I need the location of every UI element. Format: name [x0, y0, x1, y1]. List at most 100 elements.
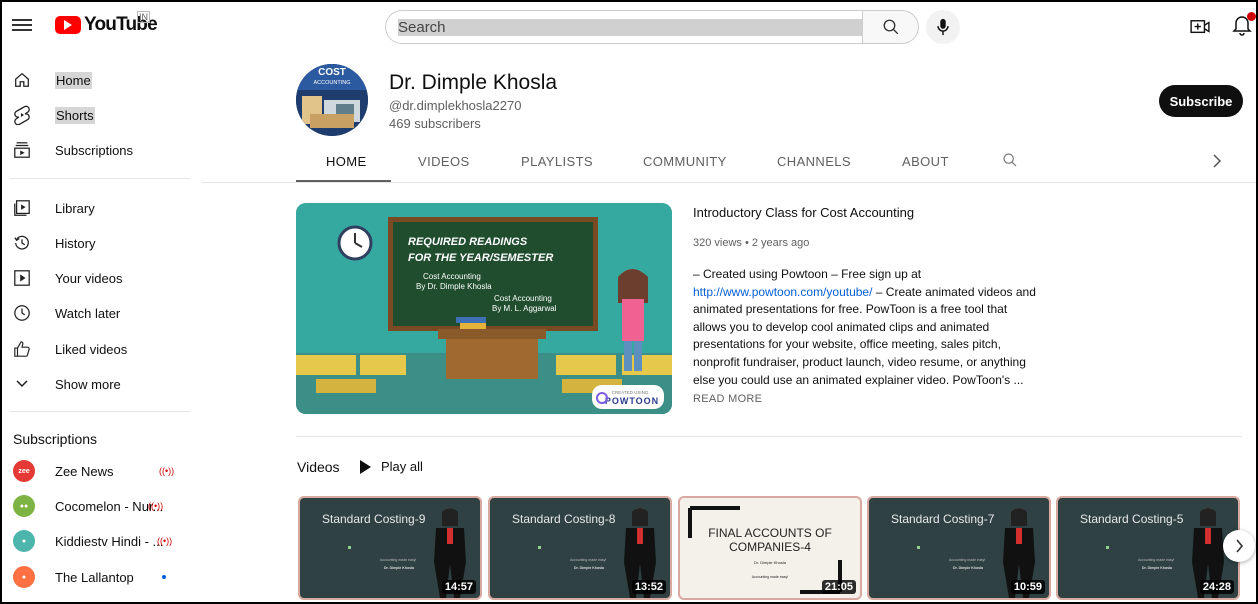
library-icon: [12, 198, 32, 218]
thumbnail-title-line-1: FINAL ACCOUNTS OF: [708, 526, 832, 540]
thumbnail-tagline: Accounting made easy!: [949, 558, 986, 562]
chevron-down-icon: [12, 374, 32, 394]
featured-video-description: – Created using Powtoon – Free sign up a…: [693, 266, 1038, 389]
youtube-window: YouTube IN Home Shorts S: [0, 0, 1258, 604]
avatar-title-2: ACCOUNTING: [314, 80, 351, 86]
sidebar-subscription-kiddiestv[interactable]: ● Kiddiestv Hindi - ... ((•)): [2, 524, 192, 558]
thumbnail-title: FINAL ACCOUNTS OF COMPANIES-4 Dr. Dimple…: [680, 526, 860, 584]
search-button[interactable]: [863, 10, 919, 44]
thumbnail-author: Dr. Dimple Khosla: [574, 566, 604, 570]
play-icon: [360, 459, 371, 474]
thumbnail-decoration: [538, 546, 541, 549]
tabs-divider: [202, 182, 1256, 183]
notifications-button[interactable]: [1232, 12, 1256, 38]
tab-about[interactable]: ABOUT: [902, 154, 949, 169]
thumbnail-title: Standard Costing-8: [512, 512, 616, 526]
powtoon-text: POWTOON: [605, 396, 659, 406]
tab-channels[interactable]: CHANNELS: [777, 154, 851, 169]
sidebar-item-watch-later[interactable]: Watch later: [2, 296, 192, 330]
hamburger-menu-icon[interactable]: [12, 16, 32, 36]
sidebar-item-label: Your videos: [55, 270, 123, 286]
shelf-next-button[interactable]: [1223, 530, 1255, 562]
channel-tabs: HOME VIDEOS PLAYLISTS COMMUNITY CHANNELS…: [296, 144, 1236, 182]
sidebar-subscription-cocomelon[interactable]: ●● Cocomelon - Nur... ((•)): [2, 489, 192, 523]
thumbnail-title: Standard Costing-9: [322, 512, 426, 526]
tabs-chevron-right-icon[interactable]: [1212, 154, 1222, 173]
channel-avatar: ●: [13, 530, 35, 552]
video-thumbnail[interactable]: Standard Costing-8 Accounting made easy!…: [488, 496, 672, 600]
board-book-2b: By M. L. Aggarwal: [492, 304, 557, 313]
mic-icon: [937, 18, 949, 36]
thumbnail-tagline: Accounting made easy!: [1138, 558, 1175, 562]
thumbnail-author: Dr. Dimple Khosla: [753, 560, 786, 565]
create-video-button[interactable]: [1188, 15, 1212, 39]
sidebar-item-label: The Lallantop: [55, 569, 134, 585]
read-more-button[interactable]: READ MORE: [693, 393, 762, 405]
tab-home[interactable]: HOME: [326, 154, 367, 169]
sidebar-item-home[interactable]: Home: [2, 63, 192, 97]
thumbnail-author: Dr. Dimple Khosla: [953, 566, 983, 570]
sidebar-item-library[interactable]: Library: [2, 191, 192, 225]
thumbnail-decoration: [348, 546, 351, 549]
thumbnail-author: Dr. Dimple Khosla: [384, 566, 414, 570]
sidebar-item-liked-videos[interactable]: Liked videos: [2, 332, 192, 366]
new-content-dot: [162, 575, 166, 579]
featured-video-thumbnail[interactable]: REQUIRED READINGS FOR THE YEAR/SEMESTER …: [296, 203, 672, 414]
channel-avatar-large[interactable]: COST ACCOUNTING: [296, 64, 368, 136]
search-input[interactable]: [398, 18, 862, 36]
live-icon: ((•)): [157, 536, 173, 546]
tab-videos[interactable]: VIDEOS: [418, 154, 470, 169]
video-thumbnail[interactable]: FINAL ACCOUNTS OF COMPANIES-4 Dr. Dimple…: [678, 496, 862, 600]
sidebar-item-subscriptions[interactable]: Subscriptions: [2, 133, 192, 167]
sidebar-item-show-more[interactable]: Show more: [2, 367, 192, 401]
sidebar-item-your-videos[interactable]: Your videos: [2, 261, 192, 295]
top-bar: YouTube IN: [2, 2, 1256, 52]
play-all-button[interactable]: Play all: [360, 459, 423, 474]
home-icon: [12, 70, 32, 90]
video-thumbnail[interactable]: Standard Costing-5 Accounting made easy!…: [1056, 496, 1240, 600]
sidebar-item-shorts[interactable]: Shorts: [2, 98, 192, 132]
featured-thumbnail-art: REQUIRED READINGS FOR THE YEAR/SEMESTER …: [296, 203, 672, 414]
description-text-2: – Create animated videos and animated pr…: [693, 284, 1036, 387]
board-book-2a: Cost Accounting: [494, 294, 552, 303]
video-duration: 10:59: [1010, 580, 1045, 594]
featured-video-title[interactable]: Introductory Class for Cost Accounting: [693, 205, 914, 220]
channel-handle: @dr.dimplekhosla2270: [389, 98, 522, 113]
sidebar-item-label: Zee News: [55, 463, 114, 479]
notification-badge: [1247, 12, 1256, 21]
sidebar-item-history[interactable]: History: [2, 226, 192, 260]
sidebar-divider: [10, 411, 190, 412]
sidebar-item-label: Liked videos: [55, 341, 128, 357]
youtube-play-icon: [55, 16, 81, 34]
tab-community[interactable]: COMMUNITY: [643, 154, 727, 169]
play-all-label: Play all: [381, 459, 423, 474]
video-duration: 14:57: [441, 580, 476, 594]
sidebar-subscription-zee-news[interactable]: zee Zee News ((•)): [2, 454, 192, 488]
description-link[interactable]: http://www.powtoon.com/youtube/: [693, 285, 872, 299]
subscribe-button[interactable]: Subscribe: [1159, 85, 1243, 117]
thumbnail-title: Standard Costing-7: [891, 512, 995, 526]
channel-name: Dr. Dimple Khosla: [389, 71, 558, 94]
sidebar-divider: [10, 178, 190, 179]
videos-shelf-title[interactable]: Videos: [297, 459, 340, 475]
sidebar: Home Shorts Subscriptions Library Histor…: [2, 58, 192, 602]
search-box: [385, 10, 863, 44]
video-thumbnail[interactable]: Standard Costing-9 Accounting made easy!…: [298, 496, 482, 600]
video-thumbnail[interactable]: Standard Costing-7 Accounting made easy!…: [867, 496, 1051, 600]
voice-search-button[interactable]: [926, 10, 960, 44]
sidebar-item-label: Show more: [55, 376, 121, 392]
live-icon: ((•)): [148, 501, 164, 511]
thumbnail-title-line-2: COMPANIES-4: [729, 540, 811, 554]
board-book-1a: Cost Accounting: [423, 272, 481, 281]
channel-avatar-art: COST ACCOUNTING: [296, 64, 368, 136]
tab-playlists[interactable]: PLAYLISTS: [521, 154, 593, 169]
subscriptions-heading: Subscriptions: [13, 431, 98, 447]
board-book-1b: By Dr. Dimple Khosla: [416, 282, 492, 291]
country-code: IN: [137, 11, 150, 23]
sidebar-subscription-lallantop[interactable]: ● The Lallantop: [2, 560, 192, 594]
channel-avatar: zee: [13, 460, 35, 482]
thumbnail-decoration: [1106, 546, 1109, 549]
like-icon: [12, 339, 32, 359]
channel-search-icon[interactable]: [1002, 152, 1018, 173]
live-icon: ((•)): [159, 466, 175, 476]
